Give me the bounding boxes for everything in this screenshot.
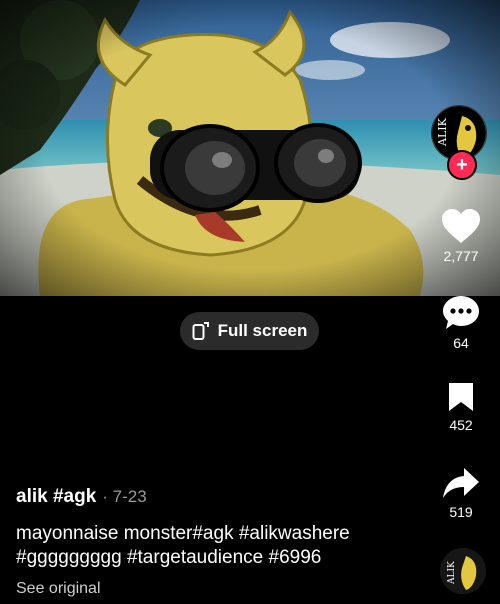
see-original-link[interactable]: See original [16, 580, 416, 598]
comment-button[interactable]: 64 [430, 295, 492, 351]
fullscreen-label: Full screen [217, 321, 308, 340]
share-count: 519 [449, 504, 473, 520]
bookmark-icon [449, 383, 473, 411]
bookmark-button[interactable]: 452 [430, 381, 492, 433]
svg-text:ALIK: ALIK [436, 117, 449, 147]
music-disc-image: ALIK [440, 548, 486, 594]
share-arrow-icon [443, 468, 479, 498]
music-disc[interactable]: ALIK [440, 548, 486, 594]
like-count: 2,777 [443, 248, 479, 264]
action-rail: ALIK + 2,777 64 452 519 ALIK [430, 0, 492, 604]
bookmark-count: 452 [449, 417, 473, 433]
comment-count: 64 [453, 335, 469, 351]
video-caption: alik #agk · 7-23 mayonnaise monster#agk … [16, 486, 416, 598]
author-name[interactable]: alik #agk [16, 486, 96, 508]
fullscreen-button[interactable]: Full screen [180, 312, 319, 350]
svg-text:ALIK: ALIK [447, 561, 457, 585]
video-description: mayonnaise monster#agk #alikwashere #ggg… [16, 523, 350, 568]
heart-icon [442, 209, 480, 243]
share-button[interactable]: 519 [430, 466, 492, 520]
comment-icon [443, 296, 479, 329]
fullscreen-icon [192, 322, 209, 340]
plus-icon: + [456, 154, 468, 176]
video-frame [0, 0, 500, 296]
post-date: · 7-23 [102, 487, 147, 506]
video-player[interactable] [0, 0, 500, 296]
follow-button[interactable]: + [447, 150, 477, 180]
author-row: alik #agk · 7-23 [16, 486, 416, 508]
like-button[interactable]: 2,777 [430, 208, 492, 264]
